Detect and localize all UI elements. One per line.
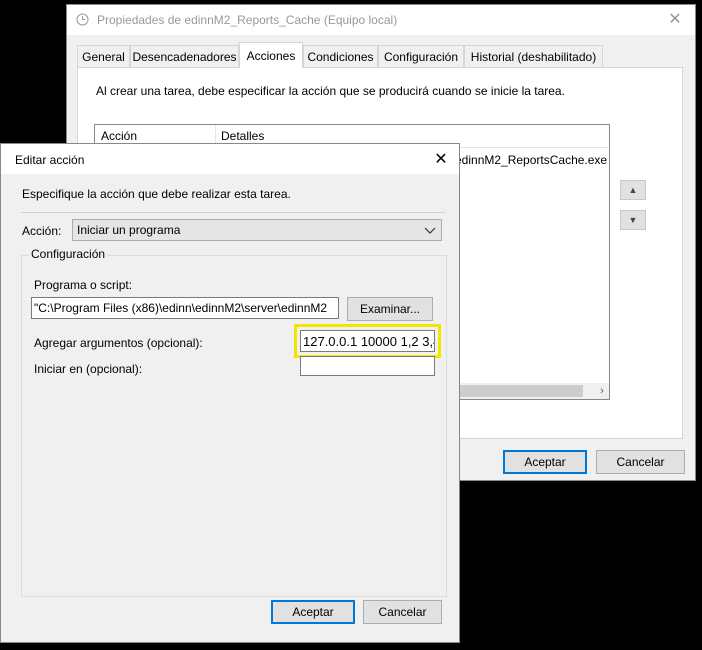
cancel-button[interactable]: Cancelar: [596, 450, 685, 474]
scroll-right-icon[interactable]: ›: [595, 383, 609, 399]
column-header-details[interactable]: Detalles: [221, 129, 264, 143]
action-label: Acción:: [22, 224, 62, 238]
configuration-legend: Configuración: [29, 247, 108, 261]
move-down-button[interactable]: ▼: [620, 210, 646, 230]
tab-actions[interactable]: Acciones: [239, 42, 303, 68]
divider: [21, 212, 445, 213]
highlight-box: [294, 324, 441, 358]
tab-general[interactable]: General: [77, 45, 130, 67]
window-title: Propiedades de edinnM2_Reports_Cache (Eq…: [97, 13, 398, 27]
accept-button[interactable]: Aceptar: [271, 600, 355, 624]
tab-triggers[interactable]: Desencadenadores: [130, 45, 239, 67]
chevron-down-icon: [424, 227, 436, 234]
actions-description: Al crear una tarea, debe especificar la …: [96, 84, 565, 98]
tab-settings[interactable]: Configuración: [378, 45, 464, 67]
dialog-description: Especifique la acción que debe realizar …: [22, 187, 291, 201]
list-item-detail[interactable]: edinnM2_ReportsCache.exe: [455, 153, 607, 167]
clock-icon: [76, 13, 89, 26]
dialog-title: Editar acción: [15, 153, 85, 167]
column-header-action[interactable]: Acción: [101, 129, 137, 143]
close-icon[interactable]: ✕: [429, 149, 453, 171]
start-in-label: Iniciar en (opcional):: [34, 362, 143, 376]
title-bar[interactable]: Propiedades de edinnM2_Reports_Cache (Eq…: [67, 5, 695, 35]
dialog-title-bar[interactable]: Editar acción ✕: [1, 144, 459, 174]
accept-button[interactable]: Aceptar: [503, 450, 587, 474]
tab-history[interactable]: Historial (deshabilitado): [464, 45, 603, 67]
browse-button[interactable]: Examinar...: [347, 297, 433, 321]
close-icon[interactable]: ✕: [663, 9, 687, 31]
move-up-button[interactable]: ▲: [620, 180, 646, 200]
edit-action-dialog: Editar acción ✕ Especifique la acción qu…: [0, 143, 460, 643]
cancel-button[interactable]: Cancelar: [363, 600, 442, 624]
action-select[interactable]: Iniciar un programa: [72, 219, 442, 241]
action-select-value: Iniciar un programa: [77, 223, 181, 237]
tab-conditions[interactable]: Condiciones: [303, 45, 378, 67]
arguments-label: Agregar argumentos (opcional):: [34, 336, 203, 350]
program-input[interactable]: "C:\Program Files (x86)\edinn\edinnM2\se…: [31, 297, 339, 319]
program-label: Programa o script:: [34, 278, 133, 292]
start-in-input[interactable]: [300, 356, 435, 376]
